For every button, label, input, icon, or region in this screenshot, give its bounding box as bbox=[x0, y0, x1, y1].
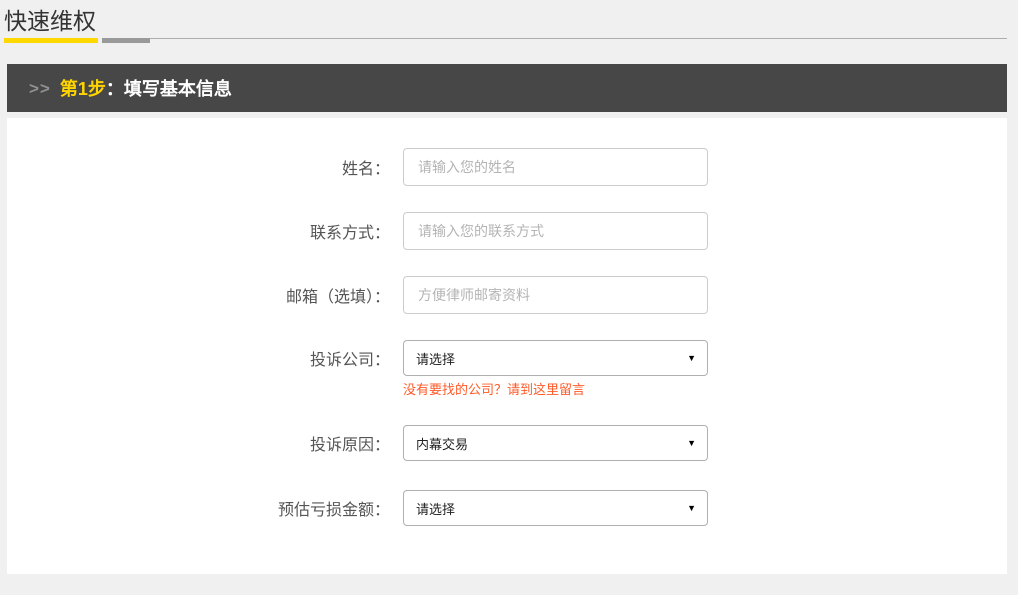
dropdown-arrow-icon: ▼ bbox=[687, 354, 696, 363]
estimated-loss-select[interactable]: 请选择 ▼ bbox=[403, 490, 708, 526]
dropdown-arrow-icon: ▼ bbox=[687, 504, 696, 513]
reason-field-label: 投诉原因： bbox=[7, 431, 390, 455]
title-accent-yellow-bar bbox=[4, 38, 98, 43]
email-row: 邮箱（选填）： bbox=[7, 276, 1007, 314]
contact-input[interactable] bbox=[403, 212, 708, 250]
company-not-found-link[interactable]: 没有要找的公司？请到这里留言 bbox=[403, 382, 585, 397]
complaint-reason-select-value: 内幕交易 bbox=[416, 434, 468, 453]
step-number-label: 第1步 bbox=[60, 75, 106, 101]
step-header-bar: >> 第1步 ：填写基本信息 bbox=[7, 64, 1007, 112]
page-title: 快速维权 bbox=[4, 6, 1018, 36]
complaint-reason-select[interactable]: 内幕交易 ▼ bbox=[403, 425, 708, 461]
email-input[interactable] bbox=[403, 276, 708, 314]
title-underline bbox=[0, 38, 1007, 44]
name-input[interactable] bbox=[403, 148, 708, 186]
email-field-label: 邮箱（选填）： bbox=[7, 283, 390, 307]
loss-row: 预估亏损金额： 请选择 ▼ bbox=[7, 490, 1007, 526]
company-field-label: 投诉公司： bbox=[7, 346, 390, 370]
contact-field-label: 联系方式： bbox=[7, 219, 390, 243]
name-field-label: 姓名： bbox=[7, 155, 390, 179]
divider-line bbox=[150, 38, 1007, 39]
dropdown-arrow-icon: ▼ bbox=[687, 439, 696, 448]
form-panel: 姓名： 联系方式： 邮箱（选填）： 投诉公司： 请选择 ▼ 没有要找的公司？请到… bbox=[7, 118, 1007, 574]
name-row: 姓名： bbox=[7, 148, 1007, 186]
step-title-label: ：填写基本信息 bbox=[106, 75, 232, 101]
company-block: 投诉公司： 请选择 ▼ 没有要找的公司？请到这里留言 bbox=[7, 340, 1007, 399]
estimated-loss-select-value: 请选择 bbox=[416, 499, 455, 518]
company-row: 投诉公司： 请选择 ▼ bbox=[7, 340, 1007, 376]
reason-row: 投诉原因： 内幕交易 ▼ bbox=[7, 425, 1007, 461]
loss-field-label: 预估亏损金额： bbox=[7, 496, 390, 520]
company-help-row: 没有要找的公司？请到这里留言 bbox=[7, 379, 1007, 399]
complaint-company-select-value: 请选择 bbox=[416, 349, 455, 368]
contact-row: 联系方式： bbox=[7, 212, 1007, 250]
title-accent-gray-bar bbox=[102, 38, 150, 43]
double-chevron-icon: >> bbox=[29, 80, 51, 97]
complaint-company-select[interactable]: 请选择 ▼ bbox=[403, 340, 708, 376]
